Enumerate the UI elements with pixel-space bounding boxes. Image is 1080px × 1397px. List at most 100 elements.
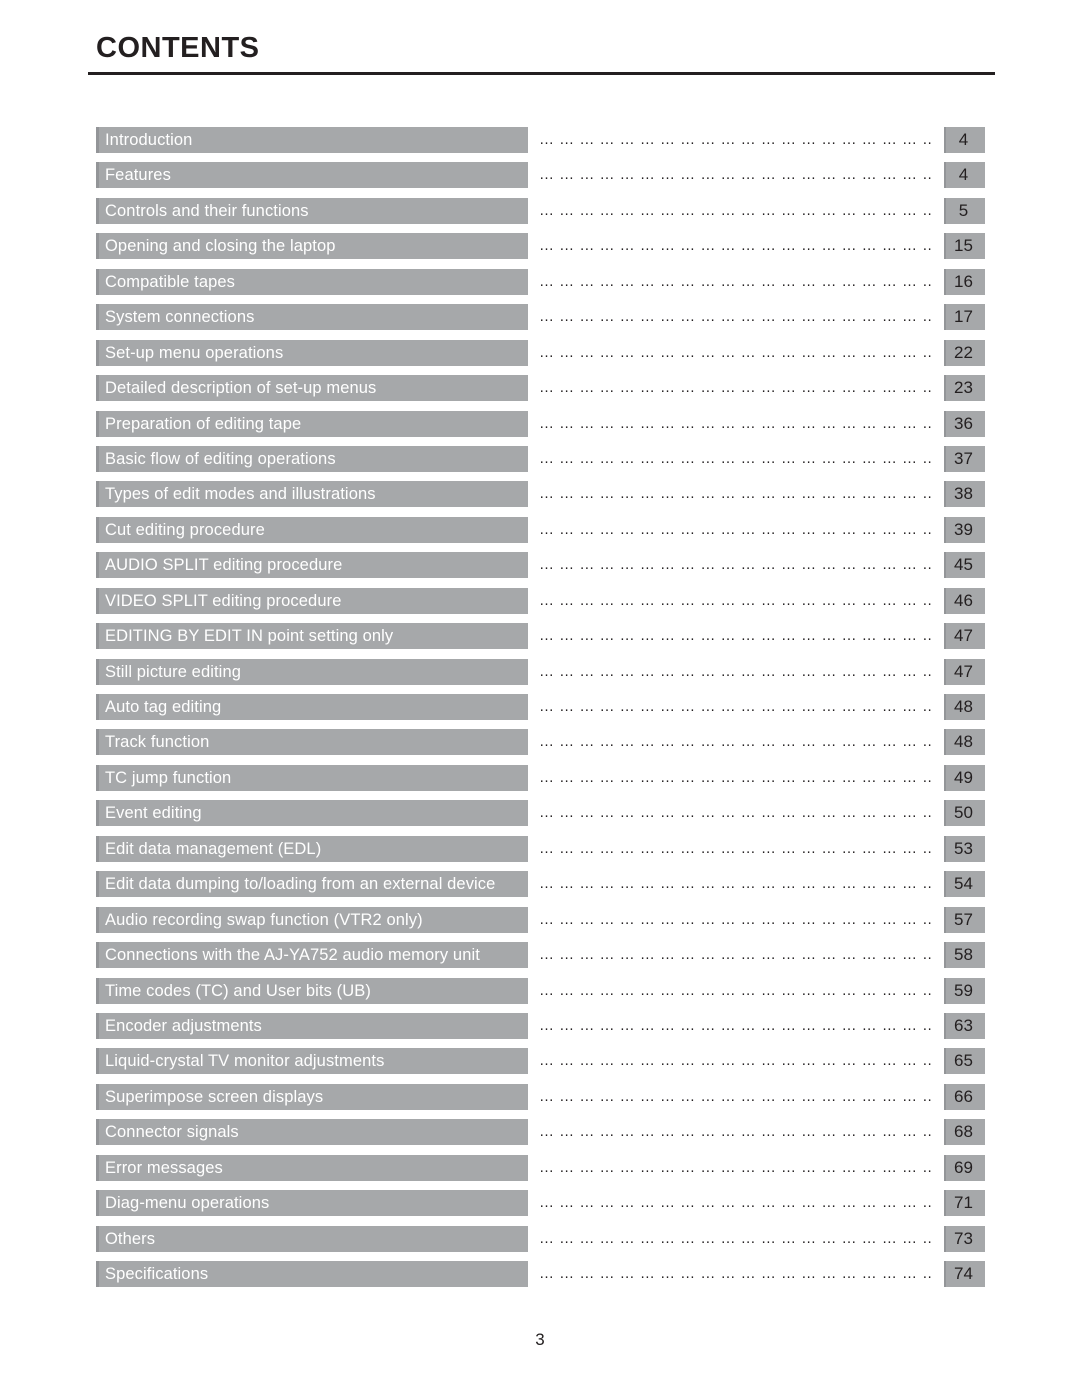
toc-page-box[interactable]: 36 — [944, 410, 985, 437]
toc-entry-bar[interactable]: Compatible tapes — [96, 268, 528, 295]
toc-entry[interactable]: Types of edit modes and illustrations … …… — [0, 481, 1080, 516]
toc-entry-bar[interactable]: Cut editing procedure — [96, 516, 528, 543]
toc-entry-bar[interactable]: Controls and their functions — [96, 197, 528, 224]
toc-entry-bar[interactable]: Edit data dumping to/loading from an ext… — [96, 871, 528, 898]
toc-page-box[interactable]: 48 — [944, 694, 985, 720]
toc-entry-bar[interactable]: Audio recording swap function (VTR2 only… — [96, 906, 528, 933]
toc-entry-bar[interactable]: Track function — [96, 729, 528, 756]
toc-entry[interactable]: Compatible tapes … … … … … … … … … … … … … — [0, 268, 1080, 304]
toc-entry[interactable]: Still picture editing … … … … … … … … … …… — [0, 658, 1080, 694]
toc-entry-bar[interactable]: EDITING BY EDIT IN point setting only — [96, 623, 528, 650]
toc-entry-bar[interactable]: Detailed description of set-up menus — [96, 375, 528, 402]
toc-entry[interactable]: Connections with the AJ-YA752 audio memo… — [0, 942, 1080, 977]
toc-entry[interactable]: Track function … … … … … … … … … … … … … … — [0, 729, 1080, 764]
toc-entry[interactable]: Connector signals … … … … … … … … … … … …… — [0, 1119, 1080, 1154]
toc-page-box[interactable]: 5 — [944, 197, 985, 224]
toc-entry[interactable]: Auto tag editing … … … … … … … … … … … … … — [0, 694, 1080, 729]
toc-page-box[interactable]: 63 — [944, 1012, 985, 1039]
toc-page-box[interactable]: 49 — [944, 764, 985, 791]
toc-entry[interactable]: Event editing … … … … … … … … … … … … … …… — [0, 800, 1080, 835]
toc-entry-bar[interactable]: Still picture editing — [96, 658, 528, 685]
toc-entry[interactable]: Specifications … … … … … … … … … … … … … … — [0, 1261, 1080, 1296]
toc-page-box[interactable]: 48 — [944, 729, 985, 756]
toc-page-box[interactable]: 57 — [944, 906, 985, 933]
toc-entry-bar[interactable]: System connections — [96, 304, 528, 331]
toc-page-box[interactable]: 45 — [944, 552, 985, 579]
toc-page-box[interactable]: 38 — [944, 481, 985, 508]
toc-entry[interactable]: Encoder adjustments … … … … … … … … … … …… — [0, 1012, 1080, 1048]
toc-entry-bar[interactable]: Connections with the AJ-YA752 audio memo… — [96, 942, 528, 969]
toc-entry[interactable]: Time codes (TC) and User bits (UB) … … … … — [0, 977, 1080, 1013]
toc-page-box[interactable]: 59 — [944, 977, 985, 1004]
toc-entry[interactable]: Set-up menu operations … … … … … … … … … … — [0, 339, 1080, 375]
toc-entry[interactable]: Superimpose screen displays … … … … … … …… — [0, 1083, 1080, 1119]
toc-page-box[interactable]: 22 — [944, 339, 985, 366]
toc-entry[interactable]: TC jump function … … … … … … … … … … … … … — [0, 764, 1080, 800]
toc-entry-bar[interactable]: Superimpose screen displays — [96, 1083, 528, 1110]
toc-entry-bar[interactable]: Others — [96, 1225, 528, 1252]
toc-entry-bar[interactable]: Edit data management (EDL) — [96, 835, 528, 862]
toc-page-box[interactable]: 69 — [944, 1154, 985, 1181]
toc-entry-bar[interactable]: Error messages — [96, 1154, 528, 1181]
toc-entry[interactable]: Diag-menu operations … … … … … … … … … … … — [0, 1190, 1080, 1225]
toc-entry-bar[interactable]: Auto tag editing — [96, 694, 528, 720]
toc-entry-bar[interactable]: Introduction — [96, 127, 528, 153]
toc-page-box[interactable]: 37 — [944, 445, 985, 472]
toc-page-box[interactable]: 39 — [944, 516, 985, 543]
toc-entry-bar[interactable]: Diag-menu operations — [96, 1190, 528, 1217]
toc-entry-bar[interactable]: Encoder adjustments — [96, 1012, 528, 1039]
toc-page-box[interactable]: 74 — [944, 1261, 985, 1287]
toc-entry-bar[interactable]: Specifications — [96, 1261, 528, 1287]
toc-entry[interactable]: AUDIO SPLIT editing procedure … … … … … …… — [0, 552, 1080, 587]
toc-entry-bar[interactable]: Types of edit modes and illustrations — [96, 481, 528, 508]
toc-entry-bar[interactable]: VIDEO SPLIT editing procedure — [96, 587, 528, 614]
toc-page-box[interactable]: 47 — [944, 623, 985, 650]
toc-entry-bar[interactable]: Liquid-crystal TV monitor adjustments — [96, 1048, 528, 1075]
toc-entry[interactable]: Preparation of editing tape … … … … … … …… — [0, 410, 1080, 446]
toc-entry-bar[interactable]: Opening and closing the laptop — [96, 233, 528, 260]
toc-page-box[interactable]: 66 — [944, 1083, 985, 1110]
toc-page-number: 63 — [954, 1015, 973, 1035]
toc-entry-bar[interactable]: Set-up menu operations — [96, 339, 528, 366]
toc-page-box[interactable]: 47 — [944, 658, 985, 685]
toc-entry[interactable]: Edit data dumping to/loading from an ext… — [0, 871, 1080, 906]
toc-entry[interactable]: EDITING BY EDIT IN point setting only … …… — [0, 623, 1080, 658]
toc-page-box[interactable]: 17 — [944, 304, 985, 331]
toc-entry[interactable]: Edit data management (EDL) … … … … … … … … — [0, 835, 1080, 871]
toc-entry-bar[interactable]: Features — [96, 162, 528, 189]
toc-entry-bar[interactable]: Preparation of editing tape — [96, 410, 528, 437]
toc-entry-bar[interactable]: AUDIO SPLIT editing procedure — [96, 552, 528, 579]
toc-entry[interactable]: Liquid-crystal TV monitor adjustments … …… — [0, 1048, 1080, 1083]
toc-page-box[interactable]: 73 — [944, 1225, 985, 1252]
toc-entry[interactable]: Introduction … … … … … … … … … … … … … … … — [0, 127, 1080, 162]
toc-entry-bar[interactable]: Connector signals — [96, 1119, 528, 1146]
toc-page-box[interactable]: 4 — [944, 127, 985, 153]
toc-page-box[interactable]: 15 — [944, 233, 985, 260]
toc-page-box[interactable]: 54 — [944, 871, 985, 898]
toc-entry-bar[interactable]: TC jump function — [96, 764, 528, 791]
toc-entry-bar[interactable]: Basic flow of editing operations — [96, 445, 528, 472]
toc-entry[interactable]: Audio recording swap function (VTR2 only… — [0, 906, 1080, 942]
toc-page-box[interactable]: 46 — [944, 587, 985, 614]
toc-page-box[interactable]: 71 — [944, 1190, 985, 1217]
toc-page-box[interactable]: 16 — [944, 268, 985, 295]
toc-entry[interactable]: VIDEO SPLIT editing procedure … … … … … …… — [0, 587, 1080, 623]
toc-entry[interactable]: Opening and closing the laptop … … … … … … — [0, 233, 1080, 268]
toc-page-box[interactable]: 65 — [944, 1048, 985, 1075]
toc-entry-bar[interactable]: Time codes (TC) and User bits (UB) — [96, 977, 528, 1004]
toc-entry[interactable]: Detailed description of set-up menus … … … — [0, 375, 1080, 410]
toc-entry[interactable]: Features … … … … … … … … … … … … … … … … … — [0, 162, 1080, 197]
toc-entry[interactable]: Cut editing procedure … … … … … … … … … …… — [0, 516, 1080, 552]
toc-page-box[interactable]: 23 — [944, 375, 985, 402]
toc-page-box[interactable]: 4 — [944, 162, 985, 189]
toc-page-box[interactable]: 50 — [944, 800, 985, 827]
toc-page-box[interactable]: 58 — [944, 942, 985, 969]
toc-page-box[interactable]: 53 — [944, 835, 985, 862]
toc-entry[interactable]: Error messages … … … … … … … … … … … … … … — [0, 1154, 1080, 1190]
toc-entry[interactable]: Basic flow of editing operations … … … … … — [0, 445, 1080, 481]
toc-entry[interactable]: System connections … … … … … … … … … … … … — [0, 304, 1080, 339]
toc-entry-bar[interactable]: Event editing — [96, 800, 528, 827]
toc-entry[interactable]: Others … … … … … … … … … … … … … … … … … … — [0, 1225, 1080, 1261]
toc-entry[interactable]: Controls and their functions … … … … … … … — [0, 197, 1080, 233]
toc-page-box[interactable]: 68 — [944, 1119, 985, 1146]
